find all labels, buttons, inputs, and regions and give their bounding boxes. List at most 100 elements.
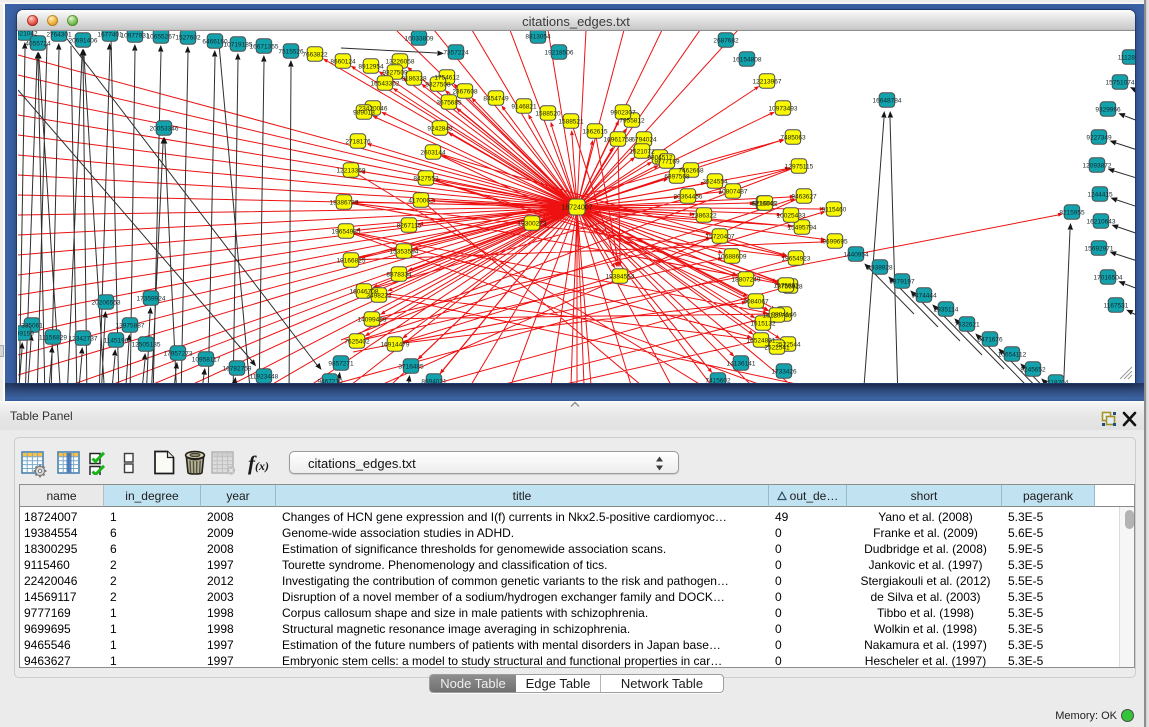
svg-text:14136141: 14136141: [727, 361, 756, 368]
svg-text:14099489: 14099489: [358, 317, 387, 324]
svg-text:1733426: 1733426: [771, 369, 797, 376]
svg-text:17957273: 17957273: [164, 351, 193, 358]
svg-text:17359924: 17359924: [137, 296, 166, 303]
svg-text:7386322: 7386322: [691, 213, 717, 220]
svg-text:16782759: 16782759: [223, 366, 252, 373]
svg-text:2687682: 2687682: [713, 38, 739, 45]
svg-text:8215955: 8215955: [1059, 210, 1085, 217]
svg-text:13975887: 13975887: [116, 323, 145, 330]
svg-text:2522541: 2522541: [764, 345, 790, 352]
svg-text:8878334: 8878334: [386, 272, 412, 279]
svg-text:989013: 989013: [353, 110, 375, 117]
svg-text:11923448: 11923448: [250, 374, 279, 381]
svg-text:12342737: 12342737: [69, 336, 98, 343]
svg-text:18807249: 18807249: [732, 277, 761, 284]
svg-text:9115460: 9115460: [822, 207, 847, 214]
svg-text:1167531: 1167531: [1104, 303, 1129, 310]
svg-text:9463627: 9463627: [791, 194, 817, 201]
svg-text:20206553: 20206553: [92, 300, 121, 307]
svg-text:7625402: 7625402: [344, 339, 370, 346]
svg-text:9245652: 9245652: [1020, 367, 1046, 374]
svg-text:8186328: 8186328: [401, 76, 427, 83]
svg-text:12213967: 12213967: [753, 79, 782, 86]
svg-text:1145196: 1145196: [104, 338, 129, 345]
svg-text:7357224: 7357224: [443, 50, 469, 57]
svg-text:19386739: 19386739: [330, 200, 359, 207]
svg-text:1615132: 1615132: [750, 321, 776, 328]
svg-text:7663822: 7663822: [302, 52, 328, 59]
svg-text:8267115: 8267115: [397, 223, 422, 230]
svg-text:12505135: 12505135: [132, 342, 161, 349]
svg-text:8471676: 8471676: [977, 337, 1003, 344]
svg-text:1244415: 1244415: [1087, 192, 1113, 199]
svg-text:8938928: 8938928: [867, 265, 893, 272]
svg-text:10688609: 10688609: [718, 254, 747, 261]
svg-text:1527602: 1527602: [175, 35, 201, 42]
svg-text:6897568: 6897568: [664, 174, 690, 181]
svg-text:16648784: 16648784: [873, 98, 902, 105]
svg-text:19654985: 19654985: [332, 229, 361, 236]
svg-text:19384554: 19384554: [606, 274, 635, 281]
svg-text:9777169: 9777169: [654, 159, 680, 166]
svg-text:4055724: 4055724: [25, 41, 51, 48]
svg-text:3498222: 3498222: [366, 293, 392, 300]
svg-text:9327508: 9327508: [425, 82, 451, 89]
svg-text:10958117: 10958117: [192, 357, 221, 364]
svg-text:2718176: 2718176: [345, 139, 371, 146]
svg-text:1440954: 1440954: [843, 252, 869, 259]
svg-text:1754612: 1754612: [434, 75, 460, 82]
svg-text:16120746: 16120746: [763, 313, 792, 320]
svg-text:15720407: 15720407: [706, 234, 735, 241]
svg-text:10977931: 10977931: [121, 33, 150, 40]
svg-text:7485063: 7485063: [780, 135, 806, 142]
svg-text:1588520: 1588520: [535, 111, 561, 118]
svg-text:15495794: 15495794: [788, 225, 817, 232]
svg-text:16154808: 16154808: [733, 57, 762, 64]
svg-text:19300273: 19300273: [518, 221, 547, 228]
svg-text:9227349: 9227349: [1086, 135, 1112, 142]
svg-text:18724007: 18724007: [561, 205, 592, 212]
svg-text:10719185: 10719185: [224, 42, 253, 49]
svg-text:8660124: 8660124: [330, 59, 356, 66]
svg-text:1112804: 1112804: [1118, 55, 1135, 62]
svg-text:10025433: 10025433: [777, 213, 806, 220]
svg-text:6216002: 6216002: [752, 201, 778, 208]
svg-text:3624554: 3624554: [702, 179, 728, 186]
svg-text:1362615: 1362615: [582, 129, 608, 136]
svg-text:7632621: 7632621: [954, 322, 980, 329]
svg-text:16210643: 16210643: [1087, 219, 1116, 226]
svg-text:12213369: 12213369: [337, 168, 366, 175]
svg-text:20691406: 20691406: [69, 38, 98, 45]
svg-text:6879197: 6879197: [889, 279, 915, 286]
svg-text:2867608: 2867608: [452, 89, 478, 96]
svg-text:16914479: 16914479: [381, 342, 410, 349]
svg-text:8694021: 8694021: [421, 379, 447, 384]
svg-text:8427552: 8427552: [413, 176, 439, 183]
svg-text:10973493: 10973493: [769, 106, 798, 113]
svg-text:7515526: 7515526: [278, 49, 304, 56]
svg-text:10655267: 10655267: [147, 34, 176, 41]
svg-text:16543362: 16543362: [371, 81, 400, 88]
svg-text:1975692: 1975692: [773, 283, 799, 290]
svg-text:9118204: 9118204: [1044, 380, 1069, 384]
svg-text:19654923: 19654923: [782, 256, 811, 263]
svg-text:10654112: 10654112: [998, 352, 1027, 359]
svg-text:2603144: 2603144: [420, 150, 446, 157]
svg-text:1677401: 1677401: [97, 32, 123, 39]
svg-text:16033809: 16033809: [405, 36, 434, 43]
svg-text:15751074: 15751074: [1106, 80, 1135, 87]
svg-text:9146821: 9146821: [511, 104, 537, 111]
svg-text:7415602: 7415602: [705, 378, 731, 384]
svg-text:12975115: 12975115: [785, 164, 814, 171]
svg-text:6794024: 6794024: [631, 137, 657, 144]
svg-text:12093872: 12093872: [1083, 163, 1112, 170]
svg-text:1588521: 1588521: [558, 119, 584, 126]
svg-text:20053346: 20053346: [150, 126, 179, 133]
svg-text:9329966: 9329966: [1095, 107, 1121, 114]
svg-text:8912954: 8912954: [358, 64, 384, 71]
svg-text:11156829: 11156829: [39, 335, 67, 342]
svg-text:9474444: 9474444: [911, 293, 937, 300]
svg-text:8454749: 8454749: [483, 96, 509, 103]
svg-text:9699695: 9699695: [822, 239, 848, 246]
svg-text:8321042: 8321042: [18, 31, 38, 38]
